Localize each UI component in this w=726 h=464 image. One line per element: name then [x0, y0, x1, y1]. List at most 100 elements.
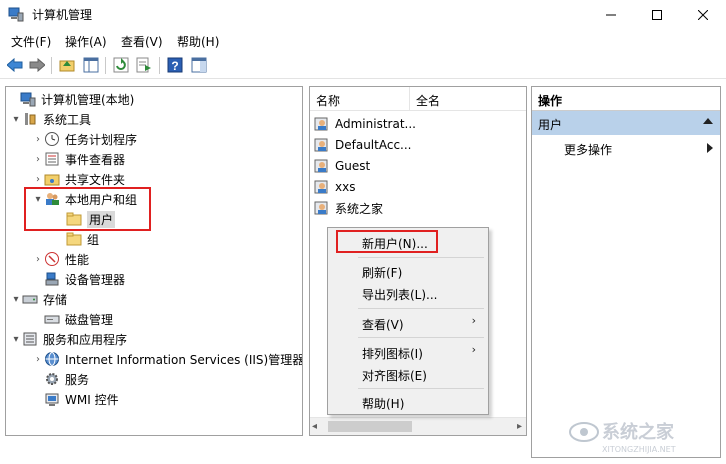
show-hide-action-pane-button[interactable] — [190, 56, 208, 74]
tree-item-iis-manager[interactable]: › Internet Information Services (IIS)管理器 — [32, 349, 303, 369]
tree-item-shared-folders[interactable]: › 共享文件夹 — [32, 169, 125, 189]
list-item[interactable]: Administrat... — [314, 114, 416, 134]
context-menu: 新用户(N)... 刷新(F) 导出列表(L)... 查看(V) › 排列图标(… — [327, 227, 489, 415]
help-button[interactable]: ? — [166, 56, 184, 74]
tree-item-event-viewer[interactable]: › 事件查看器 — [32, 149, 125, 169]
menu-item-align-icons[interactable]: 对齐图标(E) — [362, 367, 427, 384]
tree-item-storage[interactable]: ▾ 存储 — [10, 289, 67, 309]
tree-item-services[interactable]: 服务 — [32, 369, 89, 389]
list-item[interactable]: xxs — [314, 177, 355, 197]
scroll-left-icon[interactable]: ◂ — [312, 421, 317, 432]
back-arrow-icon — [7, 58, 23, 72]
expand-arrow-icon[interactable]: › — [32, 169, 44, 189]
tree-item-label: 服务 — [65, 372, 90, 387]
refresh-button[interactable] — [112, 56, 130, 74]
expand-arrow-icon[interactable]: › — [32, 349, 44, 369]
menu-bar: 文件(F) 操作(A) 查看(V) 帮助(H) — [0, 29, 726, 52]
menu-separator — [358, 388, 484, 389]
svg-text:系统之家: 系统之家 — [602, 421, 675, 443]
column-divider[interactable] — [409, 87, 410, 111]
expand-arrow-icon[interactable]: ▾ — [10, 109, 22, 129]
storage-icon — [22, 295, 38, 304]
tree-item-groups[interactable]: 组 — [54, 229, 99, 249]
tree-item-label: 设备管理器 — [65, 272, 126, 287]
tree-item-wmi-control[interactable]: WMI 控件 — [32, 389, 119, 409]
submenu-arrow-icon — [707, 143, 713, 153]
minimize-icon — [606, 14, 616, 15]
list-item[interactable]: 系统之家 — [314, 198, 383, 218]
expand-arrow-icon[interactable]: › — [32, 129, 44, 149]
menu-item-view[interactable]: 查看(V) — [362, 316, 404, 333]
menu-item-export-list[interactable]: 导出列表(L)... — [362, 286, 438, 303]
watermark-logo: 系统之家 XITONGZHIJIA.NET — [569, 421, 676, 454]
back-button[interactable] — [6, 56, 24, 74]
maximize-button[interactable] — [634, 0, 680, 29]
forward-button[interactable] — [28, 56, 46, 74]
action-pane: 操作 用户 更多操作 — [531, 86, 721, 458]
toolbar-separator — [105, 57, 106, 74]
maximize-icon — [652, 9, 662, 20]
highlight-box-local-users — [24, 187, 151, 231]
close-icon — [698, 9, 708, 20]
tree-item-services-apps[interactable]: ▾ 服务和应用程序 — [10, 329, 127, 349]
menu-item-refresh[interactable]: 刷新(F) — [362, 264, 402, 281]
scrollbar-thumb[interactable] — [328, 421, 412, 432]
action-pane-header: 操作 — [532, 87, 720, 111]
toolbar: ? — [0, 52, 726, 79]
tree-item-label: 事件查看器 — [65, 152, 126, 167]
submenu-arrow-icon: › — [471, 343, 476, 356]
menu-separator — [358, 308, 484, 309]
menu-file[interactable]: 文件(F) — [11, 33, 51, 50]
close-button[interactable] — [680, 0, 726, 29]
more-actions-link[interactable]: 更多操作 — [564, 141, 612, 158]
wmi-icon — [45, 393, 59, 406]
tree-item-label: 任务计划程序 — [65, 132, 138, 147]
tree-item-device-manager[interactable]: 设备管理器 — [32, 269, 125, 289]
folder-up-icon — [59, 60, 75, 72]
tree-item-label: 性能 — [65, 252, 90, 267]
menu-help[interactable]: 帮助(H) — [177, 33, 219, 50]
folder-icon — [66, 232, 82, 246]
scroll-right-icon[interactable]: ▸ — [517, 421, 522, 432]
list-item-label: 系统之家 — [335, 201, 384, 216]
tree-item-label: 系统工具 — [43, 112, 92, 127]
menu-separator — [358, 257, 484, 258]
collapse-up-icon[interactable] — [703, 118, 713, 124]
forward-arrow-icon — [29, 58, 45, 72]
menu-action[interactable]: 操作(A) — [65, 33, 107, 50]
horizontal-scrollbar[interactable]: ◂ ▸ — [310, 417, 526, 435]
menu-view[interactable]: 查看(V) — [121, 33, 163, 50]
expand-arrow-icon[interactable]: › — [32, 149, 44, 169]
tree-item-performance[interactable]: › 性能 — [32, 249, 89, 269]
refresh-icon — [113, 57, 129, 73]
menu-item-arrange-icons[interactable]: 排列图标(I) — [362, 345, 423, 362]
tree-item-computer-management[interactable]: 计算机管理(本地) — [8, 89, 134, 109]
window-title: 计算机管理 — [32, 8, 93, 22]
collapse-arrow-icon[interactable]: ▾ — [10, 289, 22, 309]
submenu-arrow-icon: › — [471, 314, 476, 327]
list-item[interactable]: Guest — [314, 156, 370, 176]
column-header-fullname[interactable]: 全名 — [416, 92, 440, 109]
action-section-users[interactable]: 用户 — [532, 111, 720, 135]
shared-folder-icon — [44, 174, 60, 186]
export-list-button[interactable] — [135, 56, 153, 74]
show-hide-tree-button[interactable] — [82, 56, 100, 74]
user-icon — [314, 180, 328, 194]
list-item[interactable]: DefaultAcc... — [314, 135, 411, 155]
tree-item-label: Internet Information Services (IIS)管理器 — [65, 352, 303, 367]
minimize-button[interactable] — [588, 0, 634, 29]
disk-icon — [44, 315, 60, 324]
user-icon — [314, 117, 328, 131]
up-one-level-button[interactable] — [58, 56, 76, 74]
svg-text:?: ? — [171, 59, 178, 73]
user-icon — [314, 159, 328, 173]
tree-item-task-scheduler[interactable]: › 任务计划程序 — [32, 129, 137, 149]
tree-item-system-tools[interactable]: ▾ 系统工具 — [10, 109, 91, 129]
tree-item-disk-management[interactable]: 磁盘管理 — [32, 309, 113, 329]
column-header-name[interactable]: 名称 — [316, 92, 340, 109]
collapse-arrow-icon[interactable]: ▾ — [10, 329, 22, 349]
tree-pane[interactable]: 计算机管理(本地) ▾ 系统工具 › 任务计划程序 › 事件查看器 › 共享文件… — [5, 86, 303, 436]
tree-item-label: WMI 控件 — [65, 392, 119, 407]
menu-item-help[interactable]: 帮助(H) — [362, 395, 404, 412]
expand-arrow-icon[interactable]: › — [32, 249, 44, 269]
